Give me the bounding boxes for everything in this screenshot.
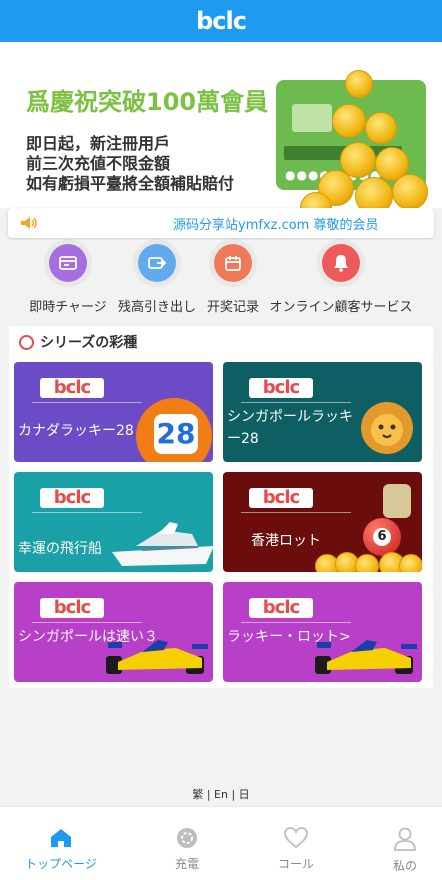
user-icon — [394, 827, 416, 851]
tab-mine[interactable]: 私の — [360, 827, 442, 874]
coin-icon — [332, 104, 366, 138]
tab-label: 充電 — [174, 857, 199, 871]
game-name: ラッキー・ロット> — [227, 629, 351, 645]
coin-icon — [399, 554, 422, 572]
game-name: シンガポールラッキー28 — [227, 409, 353, 447]
speaker-icon — [21, 217, 37, 229]
tile-logo: bclc — [40, 378, 104, 398]
quick-action-customer-service[interactable]: オンライン顧客サービス — [269, 244, 413, 315]
lion-icon — [361, 402, 413, 454]
quick-action-lottery-results[interactable]: 开奖记录 — [203, 244, 263, 315]
coin-icon — [365, 112, 397, 144]
section-header: シリーズの彩種 — [9, 326, 433, 358]
tab-label: トップページ — [25, 857, 97, 871]
yacht-icon — [112, 522, 213, 566]
game-tile-singapore-fast3[interactable]: bclc シンガポールは速い３ — [14, 582, 213, 682]
divider — [241, 512, 351, 513]
quick-action-withdraw[interactable]: 残高引き出し — [115, 244, 199, 315]
tile-logo: bclc — [249, 598, 313, 618]
notice-text: 源码分享站ymfxz.com 尊敬的会员 — [173, 218, 379, 233]
tile-logo: bclc — [249, 378, 313, 398]
tab-label: コール — [277, 857, 314, 871]
game-name: 幸運の飛行船 — [18, 541, 102, 557]
divider — [32, 402, 142, 403]
tab-label: 私の — [392, 859, 417, 873]
banner-title: 爲慶祝突破100萬會員 — [26, 88, 269, 116]
tile-logo: bclc — [40, 488, 104, 508]
bell-icon — [322, 244, 360, 282]
game-name: 香港ロット — [251, 533, 321, 549]
divider — [241, 622, 351, 623]
tab-call[interactable]: コール — [251, 827, 341, 872]
language-switcher[interactable]: 繁 | En | 日 — [0, 786, 442, 806]
game-name: シンガポールは速い３ — [18, 629, 158, 645]
coin-icon — [345, 70, 373, 98]
promo-banner[interactable]: 爲慶祝突破100萬會員 即日起，新注冊用戶 前三次充値不限金額 如有虧損平臺將全… — [0, 42, 442, 208]
quick-action-deposit[interactable]: 即時チャージ — [29, 244, 107, 315]
jar-icon — [383, 484, 411, 518]
divider — [32, 512, 142, 513]
bottom-tab-bar: トップページ 充電 コール 私の — [0, 806, 442, 880]
game-tile-canada-lucky28[interactable]: bclc 28 カナダラッキー28 — [14, 362, 213, 462]
coin-icon — [355, 177, 393, 208]
quick-action-label: 开奖记录 — [206, 300, 259, 315]
game-tile-hongkong-lotto[interactable]: bclc 6 香港ロット — [223, 472, 422, 572]
heart-icon — [284, 827, 308, 849]
quick-actions: 即時チャージ 残高引き出し 开奖记录 オンライン顧客サービス — [0, 240, 442, 318]
card-chip-icon — [292, 104, 332, 132]
notice-bar[interactable]: 源码分享站ymfxz.com 尊敬的会员 — [8, 208, 434, 238]
app-logo: bclc — [196, 7, 247, 35]
quick-action-label: オンライン顧客サービス — [269, 300, 413, 315]
divider — [241, 402, 351, 403]
calendar-icon — [214, 244, 252, 282]
quick-action-label: 即時チャージ — [29, 300, 107, 315]
game-name: カナダラッキー28 — [18, 423, 134, 439]
circle-marker-icon — [19, 335, 34, 350]
coin-icon — [392, 174, 428, 208]
home-icon — [51, 829, 71, 847]
quick-action-label: 残高引き出し — [117, 300, 196, 315]
game-tile-singapore-lucky28[interactable]: bclc シンガポールラッキー28 — [223, 362, 422, 462]
divider — [32, 622, 142, 623]
game-grid: bclc 28 カナダラッキー28 bclc シンガポールラッキー28 bclc… — [9, 358, 433, 688]
charge-icon — [177, 828, 197, 848]
coin-icon — [355, 554, 379, 572]
game-tile-lucky-airship[interactable]: bclc 幸運の飛行船 — [14, 472, 213, 572]
tab-home[interactable]: トップページ — [16, 827, 106, 872]
banner-line-3: 如有虧損平臺將全額補貼賠付 — [26, 174, 235, 193]
lottery-ball-number: 6 — [373, 528, 391, 546]
tile-logo: bclc — [40, 598, 104, 618]
top-bar: bclc — [0, 0, 442, 42]
tile-logo: bclc — [249, 488, 313, 508]
number-28-icon: 28 — [154, 414, 198, 454]
transfer-icon — [138, 244, 176, 282]
game-tile-lucky-lotto[interactable]: bclc ラッキー・ロット> — [223, 582, 422, 682]
tab-charge[interactable]: 充電 — [142, 827, 232, 872]
wallet-icon — [49, 244, 87, 282]
section-title: シリーズの彩種 — [40, 335, 138, 351]
